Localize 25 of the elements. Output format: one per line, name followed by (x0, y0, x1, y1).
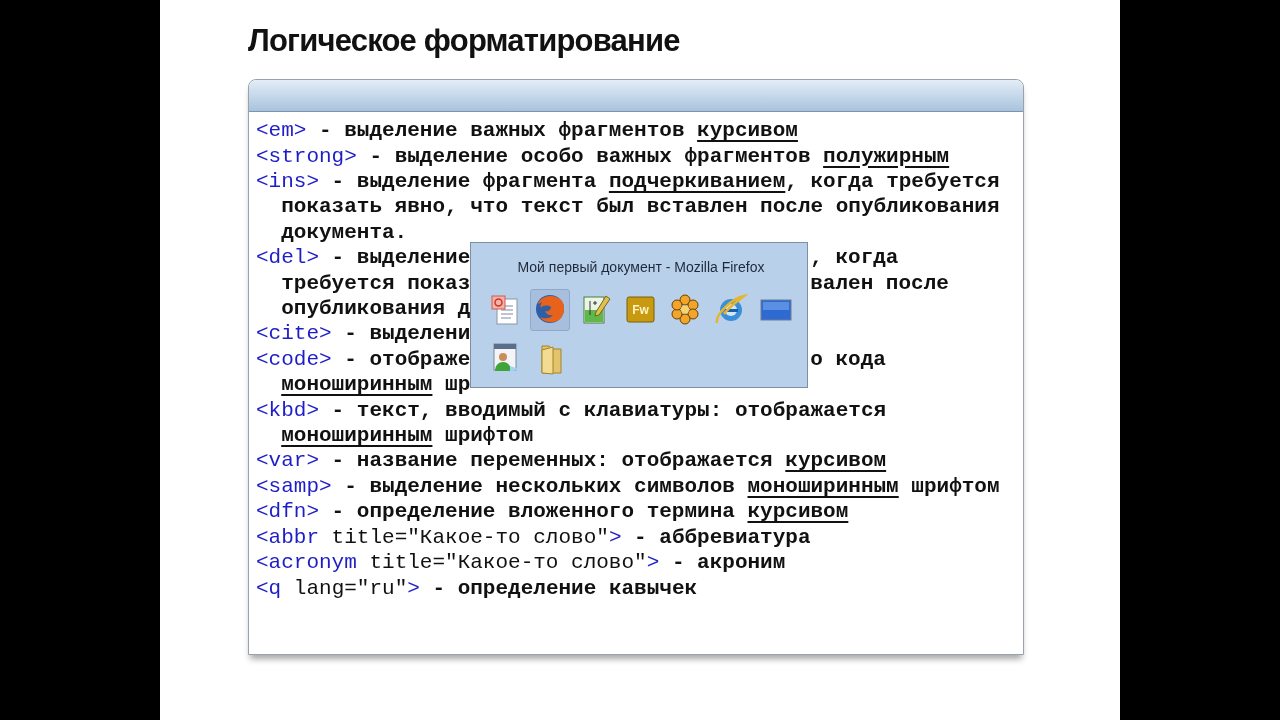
taskbar-thumbnail-button[interactable] (530, 288, 570, 331)
window-title: Мой первый документ - Mozilla Firefox (516, 258, 766, 278)
definition-line: <strong> - выделение особо важных фрагментов полужирным (256, 143, 950, 169)
definition-line: показать явно, что текст был вставлен после опубликования (281, 194, 1000, 220)
definition-line: <acronym title="Какое-то слово"> - акроним (256, 550, 786, 576)
definition-line: <samp> - выделение нескольких символов моноширинным шрифтом (256, 473, 1000, 500)
definition-line: моноширинным шрифтом (281, 423, 534, 449)
text-fragment: вален после (810, 270, 949, 297)
text-fragment: , когда (810, 245, 899, 271)
definition-line: <var> - название переменных: отображается курсивом (256, 448, 887, 474)
definition-line: <cite> - выделени (256, 321, 471, 347)
definition-line: <ins> - выделение фрагмента подчеркиванием, когда требуется (256, 169, 1000, 195)
definition-line: <kbd> - текст, вводимый с клавиатуры: отображается (256, 397, 887, 424)
definition-line: <dfn> - определение вложенного термина курсивом (256, 499, 849, 525)
text-fragment: требуется показ (281, 270, 471, 297)
slide-title: Логическое форматирование (248, 22, 680, 60)
definition-line: документа. (281, 219, 408, 246)
definition-line: <em> - выделение важных фрагментов курсивом (256, 118, 798, 144)
text-fragment: <del> - выделение (256, 245, 471, 271)
text-fragment: <code> - отображе (256, 346, 471, 373)
definition-line: опубликования д (281, 296, 471, 322)
definition-line: <q lang="ru"> - определение кавычек (256, 575, 698, 601)
text-fragment: о кода (810, 346, 886, 373)
definition-line: моноширинным шр (281, 372, 471, 398)
definition-line: <abbr title="Какое-то слово"> - аббревиатура (256, 524, 811, 551)
